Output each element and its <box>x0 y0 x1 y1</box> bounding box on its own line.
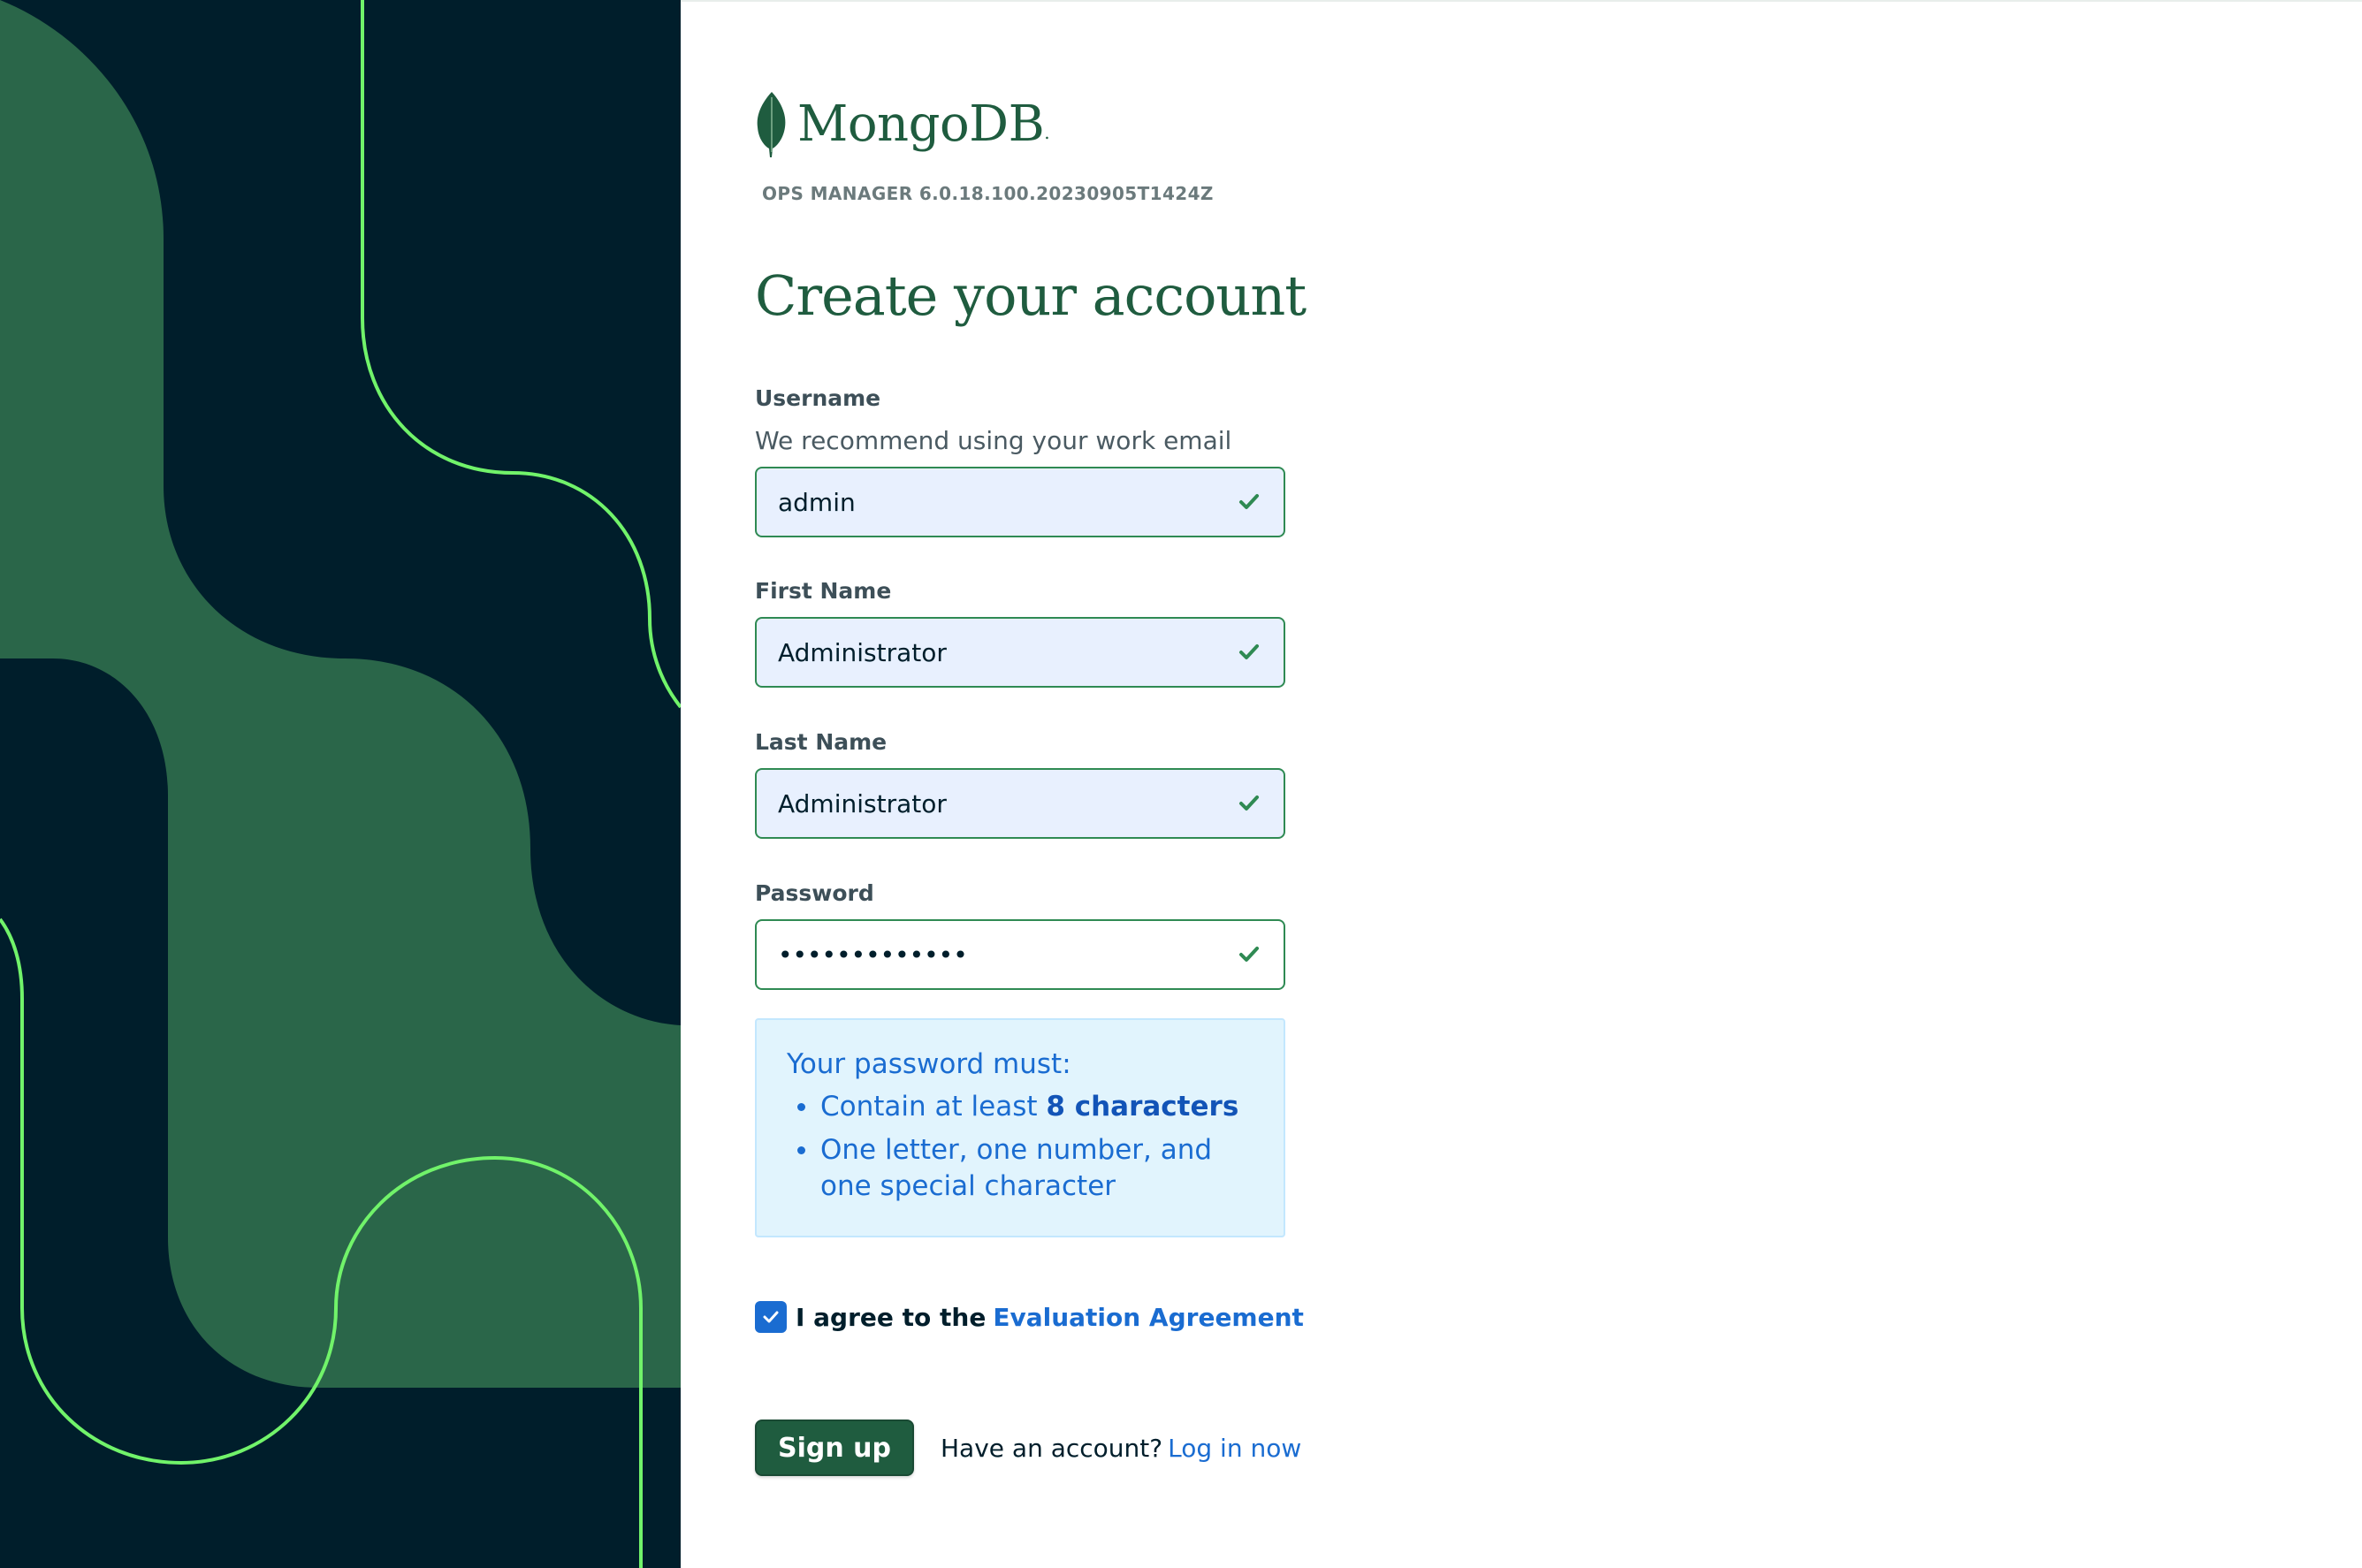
agreement-text: I agree to the <box>796 1302 987 1332</box>
checkmark-icon <box>1239 947 1259 962</box>
login-prompt: Have an account? Log in now <box>941 1434 1301 1463</box>
evaluation-agreement-link[interactable]: Evaluation Agreement <box>993 1303 1304 1332</box>
username-input[interactable] <box>778 468 1236 536</box>
last-name-label: Last Name <box>755 729 888 755</box>
decorative-art-panel <box>0 0 681 1568</box>
checkbox-checked-icon <box>763 1311 779 1323</box>
password-requirements-list: Contain at least 8 characters One letter… <box>787 1089 1253 1205</box>
mongodb-logo: MongoDB . <box>755 90 1050 157</box>
password-requirements: Your password must: Contain at least 8 c… <box>755 1018 1285 1237</box>
first-name-field[interactable] <box>755 617 1285 688</box>
password-rule-length-text: Contain at least <box>820 1091 1047 1123</box>
log-in-link[interactable]: Log in now <box>1168 1434 1301 1463</box>
password-rule-complexity: One letter, one number, and one special … <box>787 1132 1253 1205</box>
first-name-input[interactable] <box>778 619 1236 686</box>
have-account-text: Have an account? <box>941 1434 1163 1463</box>
form-panel: MongoDB . OPS MANAGER 6.0.18.100.2023090… <box>681 0 2362 1568</box>
signup-page: MongoDB . OPS MANAGER 6.0.18.100.2023090… <box>0 0 2362 1568</box>
brand-name: MongoDB <box>797 95 1045 153</box>
page-title: Create your account <box>755 263 1307 328</box>
brand-trademark: . <box>1044 122 1050 143</box>
username-hint: We recommend using your work email <box>755 426 1232 455</box>
password-label: Password <box>755 880 874 906</box>
agreement-row: I agree to the Evaluation Agreement <box>755 1301 1304 1333</box>
password-rule-length-emphasis: 8 characters <box>1046 1091 1239 1123</box>
sign-up-button[interactable]: Sign up <box>755 1420 914 1476</box>
green-shape <box>0 0 681 1388</box>
checkmark-icon <box>1239 795 1259 811</box>
password-rule-length: Contain at least 8 characters <box>787 1089 1253 1125</box>
accent-line-top <box>361 0 681 709</box>
username-field[interactable] <box>755 467 1285 537</box>
agreement-checkbox[interactable] <box>755 1301 787 1333</box>
password-input[interactable] <box>778 921 1236 988</box>
mongodb-leaf-icon <box>757 92 786 157</box>
checkmark-icon <box>1239 494 1259 509</box>
last-name-field[interactable] <box>755 768 1285 839</box>
password-requirements-heading: Your password must: <box>787 1048 1071 1080</box>
first-name-label: First Name <box>755 578 892 604</box>
checkmark-icon <box>1239 644 1259 659</box>
version-label: OPS MANAGER 6.0.18.100.20230905T1424Z <box>762 183 1214 204</box>
password-field[interactable] <box>755 919 1285 990</box>
last-name-input[interactable] <box>778 770 1236 837</box>
decorative-shapes <box>0 0 681 1568</box>
username-label: Username <box>755 385 881 411</box>
